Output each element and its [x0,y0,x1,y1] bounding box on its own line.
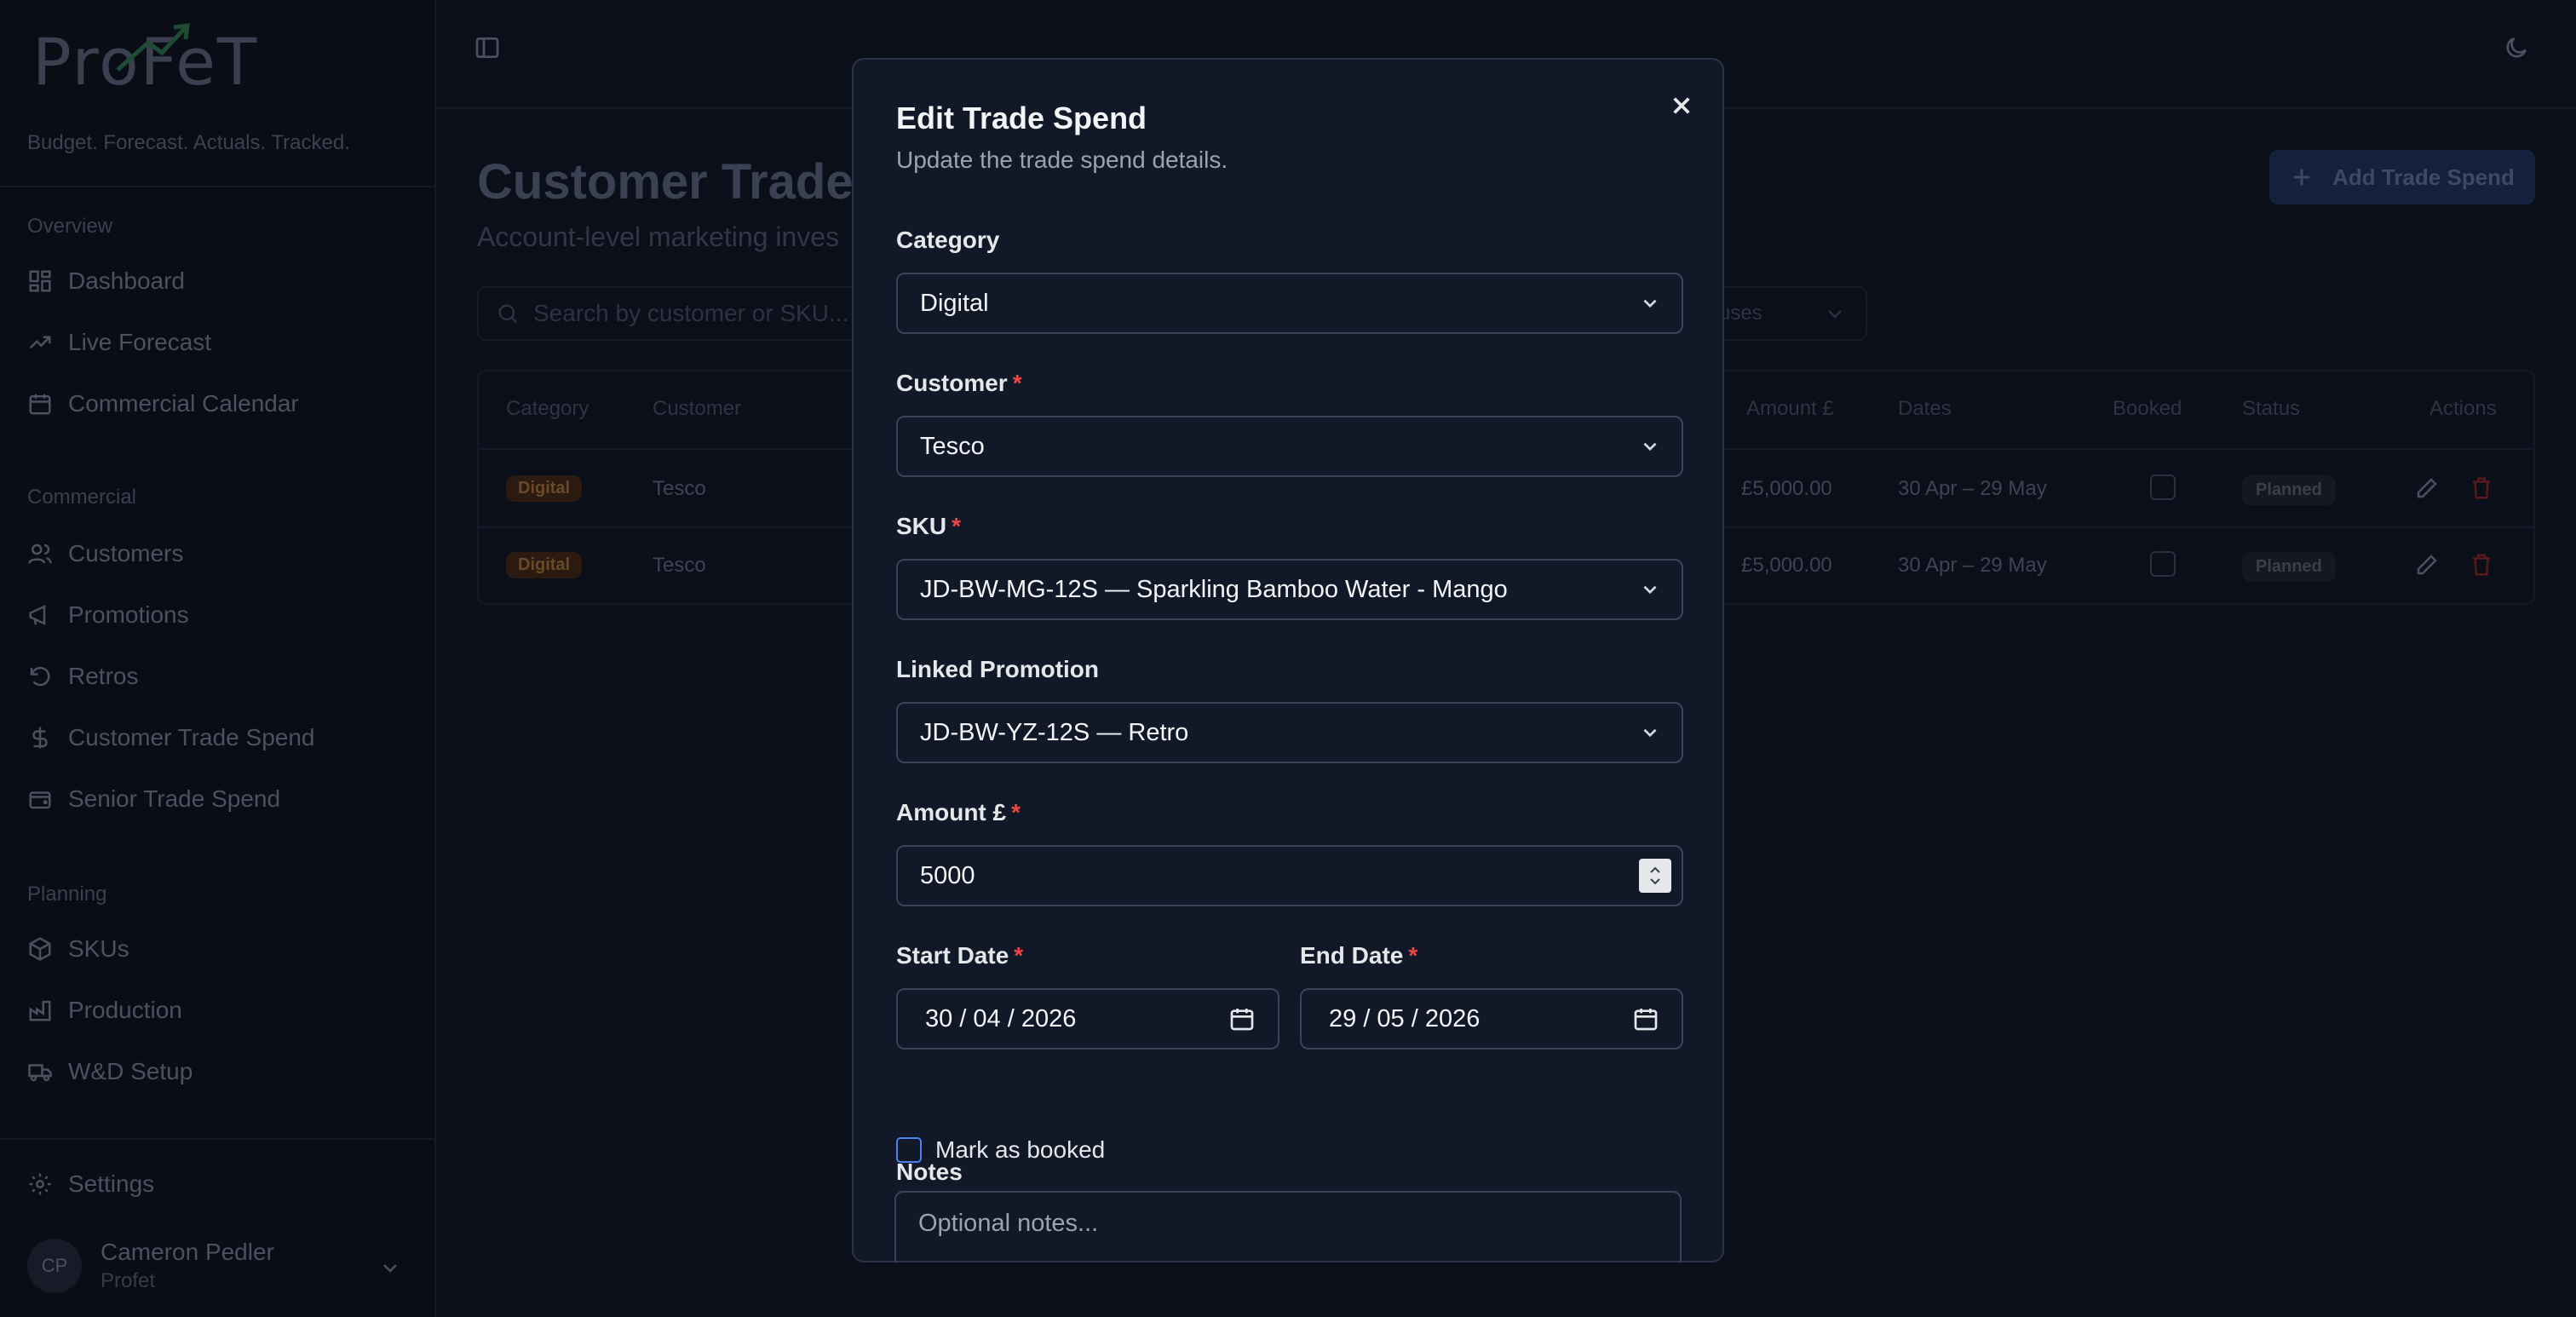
amount-label: Amount £ * [896,799,1021,826]
number-stepper[interactable] [1639,859,1671,893]
amount-input[interactable]: 5000 [896,845,1683,906]
start-date-input[interactable]: 30 / 04 / 2026 [896,988,1279,1050]
required-mark: * [1011,799,1021,825]
dialog-title: Edit Trade Spend [896,101,1147,135]
customer-value: Tesco [920,432,985,460]
edit-trade-spend-dialog: Edit Trade Spend Update the trade spend … [852,58,1724,1262]
linked-promotion-label: Linked Promotion [896,656,1099,682]
sku-value: JD-BW-MG-12S — Sparkling Bamboo Water - … [920,575,1508,603]
start-date-label-text: Start Date [896,942,1009,969]
category-value: Digital [920,289,989,317]
stepper-down-icon[interactable] [1648,877,1662,886]
chevron-down-icon [1643,299,1657,308]
required-mark: * [1408,942,1418,969]
linked-promotion-value: JD-BW-YZ-12S — Retro [920,718,1189,746]
start-date-value: 30 / 04 / 2026 [925,1004,1077,1032]
required-mark: * [1012,370,1022,396]
end-date-label-text: End Date [1300,942,1404,969]
notes-label: Notes [896,1159,963,1185]
sku-label-text: SKU [896,513,947,539]
sku-select[interactable]: JD-BW-MG-12S — Sparkling Bamboo Water - … [896,559,1683,620]
linked-promotion-select[interactable]: JD-BW-YZ-12S — Retro [896,702,1683,763]
notes-textarea[interactable]: Optional notes... [894,1191,1682,1262]
calendar-icon[interactable] [1632,1005,1659,1032]
required-mark: * [952,513,962,539]
chevron-down-icon [1643,585,1657,595]
end-date-label: End Date * [1300,942,1417,969]
amount-label-text: Amount £ [896,799,1007,825]
end-date-value: 29 / 05 / 2026 [1329,1004,1481,1032]
calendar-icon[interactable] [1228,1005,1256,1032]
customer-select[interactable]: Tesco [896,416,1683,477]
chevron-down-icon [1643,442,1657,451]
notes-placeholder: Optional notes... [918,1210,1099,1237]
close-icon[interactable] [1665,89,1699,123]
chevron-down-icon [1643,728,1657,738]
required-mark: * [1014,942,1024,969]
customer-label-text: Customer [896,370,1008,396]
end-date-input[interactable]: 29 / 05 / 2026 [1300,988,1683,1050]
dialog-subtitle: Update the trade spend details. [896,147,1228,173]
customer-label: Customer * [896,370,1022,397]
category-label: Category [896,227,1000,253]
category-select[interactable]: Digital [896,273,1683,334]
stepper-up-icon[interactable] [1648,866,1662,874]
sku-label: SKU * [896,513,961,540]
start-date-label: Start Date * [896,942,1023,969]
amount-value: 5000 [920,861,975,889]
